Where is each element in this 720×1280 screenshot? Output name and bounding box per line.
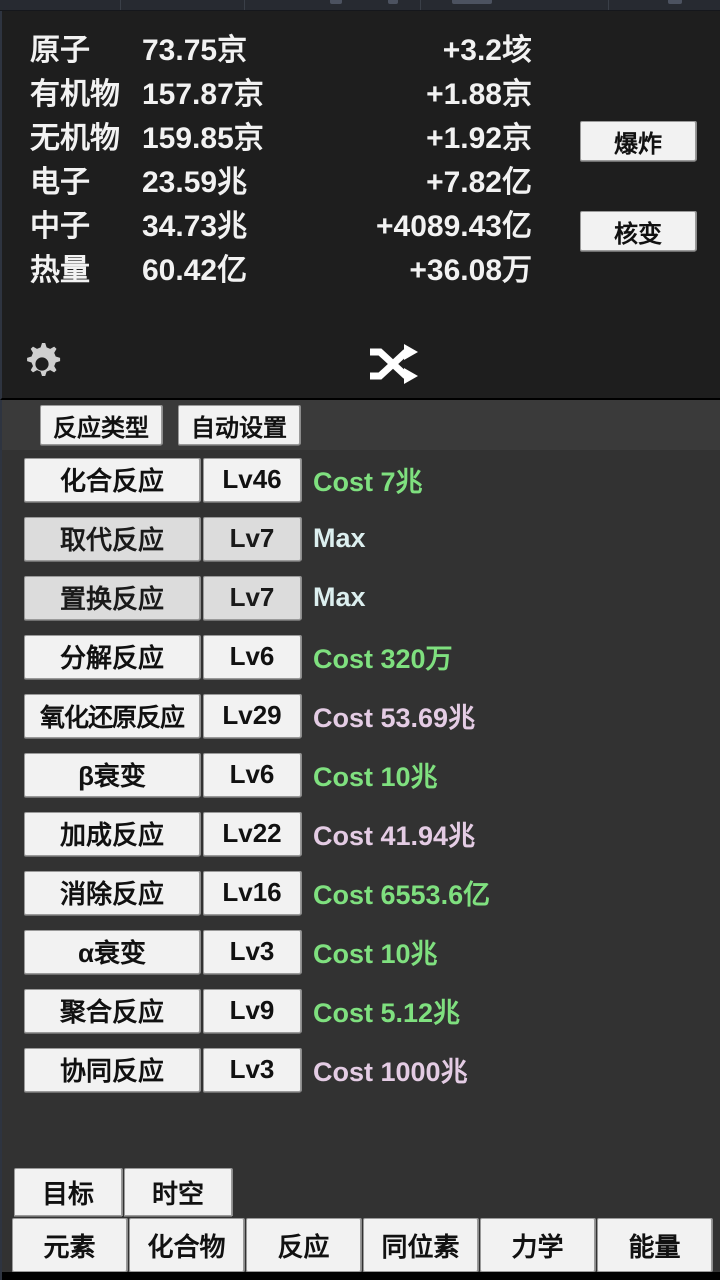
stat-value: 34.73兆 (142, 201, 327, 245)
stat-value: 157.87京 (142, 69, 327, 113)
stat-label: 有机物 (2, 69, 142, 113)
nuclear-change-button[interactable]: 核变 (580, 211, 696, 251)
reaction-row: 化合反应 Lv46 Cost 7兆 (2, 450, 720, 509)
nav-bottom-row: 元素 化合物 反应 同位素 力学 能量 (2, 1218, 720, 1272)
reaction-level-button[interactable]: Lv16 (203, 871, 301, 915)
stat-label: 热量 (2, 245, 142, 289)
reaction-cost-label: Cost 320万 (313, 637, 453, 676)
reaction-name-button[interactable]: 加成反应 (24, 812, 200, 856)
reaction-level-button[interactable]: Lv3 (203, 930, 301, 974)
reaction-cost-label: Max (313, 582, 366, 613)
reaction-row: 加成反应 Lv22 Cost 41.94兆 (2, 804, 720, 863)
stat-rate: +7.82亿 (327, 157, 562, 201)
stat-row: 中子 34.73兆 +4089.43亿 (2, 201, 562, 245)
stat-row: 原子 73.75京 +3.2垓 (2, 25, 562, 69)
reaction-cost-label: Cost 10兆 (313, 755, 438, 794)
reaction-row: 分解反应 Lv6 Cost 320万 (2, 627, 720, 686)
icon-toolbar (0, 322, 720, 400)
reaction-cost-label: Cost 1000兆 (313, 1050, 468, 1089)
stat-value: 159.85京 (142, 113, 327, 157)
system-status-bar (0, 0, 720, 11)
reaction-list[interactable]: 化合反应 Lv46 Cost 7兆 取代反应 Lv7 Max 置换反应 Lv7 … (0, 450, 720, 1160)
reaction-name-button[interactable]: 置换反应 (24, 576, 200, 620)
reaction-name-button[interactable]: 氧化还原反应 (24, 694, 200, 738)
resource-stats-panel: 原子 73.75京 +3.2垓 有机物 157.87京 +1.88京 无机物 1… (0, 11, 720, 322)
reaction-name-button[interactable]: 取代反应 (24, 517, 200, 561)
nav-item-element[interactable]: 元素 (12, 1218, 127, 1272)
reaction-level-button[interactable]: Lv22 (203, 812, 301, 856)
reaction-row: 协同反应 Lv3 Cost 1000兆 (2, 1040, 720, 1099)
reaction-cost-label: Cost 7兆 (313, 460, 423, 499)
reaction-level-button[interactable]: Lv3 (203, 1048, 301, 1092)
nav-item-isotope[interactable]: 同位素 (363, 1218, 478, 1272)
stat-label: 中子 (2, 201, 142, 245)
stat-label: 无机物 (2, 113, 142, 157)
reaction-name-button[interactable]: α衰变 (24, 930, 200, 974)
nav-item-compound[interactable]: 化合物 (129, 1218, 244, 1272)
explode-button[interactable]: 爆炸 (580, 121, 696, 161)
nav-item-goal[interactable]: 目标 (14, 1168, 122, 1216)
nav-item-energy[interactable]: 能量 (597, 1218, 712, 1272)
stat-label: 电子 (2, 157, 142, 201)
reaction-cost-label: Cost 5.12兆 (313, 991, 460, 1030)
stat-rate: +4089.43亿 (327, 201, 562, 245)
reaction-name-button[interactable]: 消除反应 (24, 871, 200, 915)
reaction-level-button[interactable]: Lv6 (203, 635, 301, 679)
stat-rate: +3.2垓 (327, 25, 562, 69)
stat-value: 60.42亿 (142, 245, 327, 289)
reaction-row: β衰变 Lv6 Cost 10兆 (2, 745, 720, 804)
reaction-cost-label: Max (313, 523, 366, 554)
stat-label: 原子 (2, 25, 142, 69)
stat-row: 热量 60.42亿 +36.08万 (2, 245, 562, 289)
reaction-level-button[interactable]: Lv7 (203, 576, 301, 620)
gear-icon[interactable] (16, 338, 68, 390)
stat-rate: +1.92京 (327, 113, 562, 157)
reaction-name-button[interactable]: 协同反应 (24, 1048, 200, 1092)
reaction-name-button[interactable]: 聚合反应 (24, 989, 200, 1033)
reaction-row: 消除反应 Lv16 Cost 6553.6亿 (2, 863, 720, 922)
reaction-cost-label: Cost 10兆 (313, 932, 438, 971)
reaction-cost-label: Cost 53.69兆 (313, 696, 475, 735)
reaction-level-button[interactable]: Lv9 (203, 989, 301, 1033)
reaction-row: 氧化还原反应 Lv29 Cost 53.69兆 (2, 686, 720, 745)
app-root: 原子 73.75京 +3.2垓 有机物 157.87京 +1.88京 无机物 1… (0, 0, 720, 1280)
stat-value: 23.59兆 (142, 157, 327, 201)
shuffle-icon[interactable] (364, 340, 424, 388)
reaction-cost-label: Cost 41.94兆 (313, 814, 475, 853)
nav-item-spacetime[interactable]: 时空 (124, 1168, 232, 1216)
stat-row: 有机物 157.87京 +1.88京 (2, 69, 562, 113)
tab-reaction-type[interactable]: 反应类型 (40, 405, 162, 445)
nav-item-reaction[interactable]: 反应 (246, 1218, 361, 1272)
reaction-name-button[interactable]: 分解反应 (24, 635, 200, 679)
section-tabstrip: 反应类型 自动设置 (0, 400, 720, 450)
reaction-cost-label: Cost 6553.6亿 (313, 873, 490, 912)
reaction-name-button[interactable]: β衰变 (24, 753, 200, 797)
nav-item-mechanics[interactable]: 力学 (480, 1218, 595, 1272)
nav-top-row: 目标 时空 (2, 1168, 720, 1216)
reaction-level-button[interactable]: Lv46 (203, 458, 301, 502)
bottom-navigation: 目标 时空 元素 化合物 反应 同位素 力学 能量 (0, 1160, 720, 1280)
stat-row: 无机物 159.85京 +1.92京 (2, 113, 562, 157)
tab-auto-setting[interactable]: 自动设置 (178, 405, 300, 445)
reaction-row: α衰变 Lv3 Cost 10兆 (2, 922, 720, 981)
stat-rate: +1.88京 (327, 69, 562, 113)
stat-row: 电子 23.59兆 +7.82亿 (2, 157, 562, 201)
reaction-level-button[interactable]: Lv29 (203, 694, 301, 738)
reaction-name-button[interactable]: 化合反应 (24, 458, 200, 502)
stat-value: 73.75京 (142, 25, 327, 69)
reaction-row: 聚合反应 Lv9 Cost 5.12兆 (2, 981, 720, 1040)
reaction-level-button[interactable]: Lv6 (203, 753, 301, 797)
reaction-level-button[interactable]: Lv7 (203, 517, 301, 561)
reaction-row: 取代反应 Lv7 Max (2, 509, 720, 568)
reaction-row: 置换反应 Lv7 Max (2, 568, 720, 627)
stat-rate: +36.08万 (327, 245, 562, 289)
